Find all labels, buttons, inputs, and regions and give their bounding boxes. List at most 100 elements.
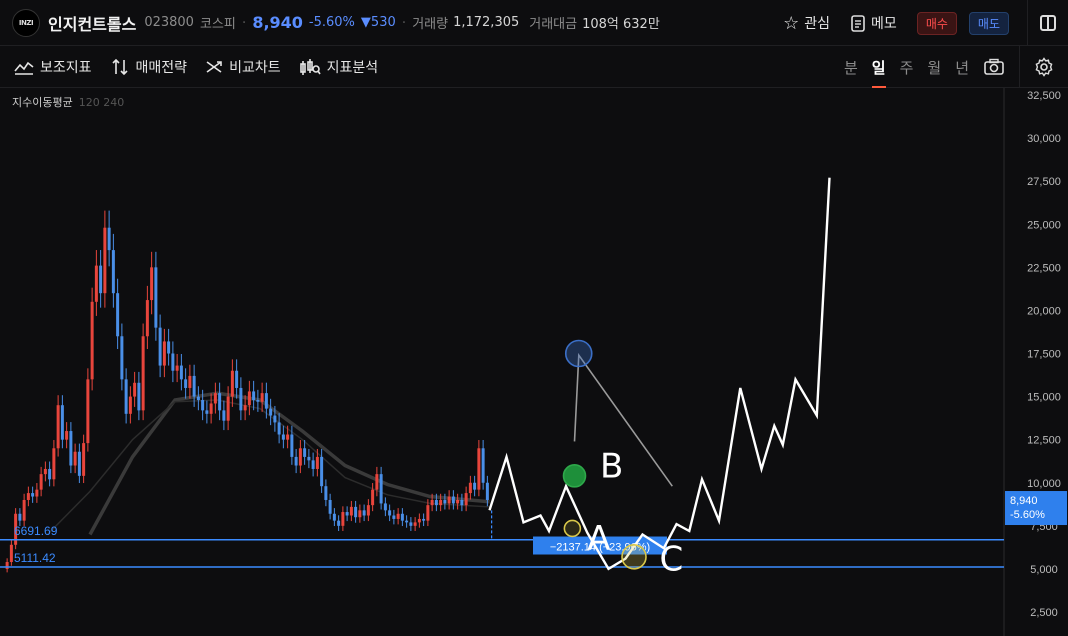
- candle-body: [396, 513, 400, 519]
- y-tick-label: 22,500: [1027, 262, 1061, 274]
- candle-body: [128, 396, 132, 414]
- candle-body: [383, 503, 387, 511]
- watch-label: 관심: [804, 16, 831, 32]
- wave-marker-circle: [621, 544, 647, 570]
- watch-button[interactable]: ☆ 관심: [783, 13, 830, 34]
- period-minute[interactable]: 분: [844, 57, 858, 78]
- current-price-label: 8,940: [1010, 495, 1038, 507]
- compare-icon: [206, 60, 222, 73]
- candle-body: [315, 456, 319, 469]
- period-selector: 분 일 주 월 년: [844, 46, 1054, 88]
- indicators-button[interactable]: 보조지표: [14, 57, 92, 77]
- candle-body: [218, 393, 222, 411]
- candle-body: [456, 499, 460, 504]
- candle-body: [273, 415, 277, 423]
- candle-body: [286, 434, 290, 440]
- candle-body: [477, 448, 481, 490]
- memo-label: 메모: [871, 16, 897, 32]
- period-week[interactable]: 주: [900, 57, 914, 78]
- buy-button[interactable]: 매수: [916, 11, 957, 35]
- candle-body: [116, 293, 120, 337]
- candle-body: [434, 499, 438, 506]
- candle-body: [345, 512, 349, 516]
- candle-body: [320, 456, 324, 487]
- candle-body: [158, 327, 162, 366]
- change-percent: -5.60%: [308, 15, 355, 30]
- period-year[interactable]: 년: [955, 57, 969, 78]
- settings-gear-icon[interactable]: [1034, 57, 1054, 77]
- candle-body: [362, 510, 366, 516]
- y-tick-label: 30,000: [1027, 133, 1061, 145]
- candle-body: [281, 434, 285, 440]
- analysis-label: 지표분석: [326, 59, 379, 76]
- amount-value: 108억 632만: [582, 17, 660, 32]
- candle-body: [366, 505, 370, 516]
- candle-body: [60, 405, 64, 440]
- candle-body: [485, 482, 489, 500]
- candle-body: [269, 408, 273, 416]
- memo-button[interactable]: 메모: [850, 13, 897, 33]
- wave-b-line: [573, 352, 673, 487]
- wave-label: B: [600, 447, 623, 487]
- analysis-button[interactable]: 지표분석: [299, 57, 379, 77]
- support-line-label: 6691.69: [14, 524, 58, 538]
- y-tick-label: 17,500: [1027, 349, 1061, 361]
- y-tick-label: 15,000: [1027, 392, 1061, 404]
- wave-label: C: [660, 540, 684, 580]
- y-tick-label: 12,500: [1027, 435, 1061, 447]
- strategy-button[interactable]: 매매전략: [110, 57, 187, 77]
- candle-body: [451, 496, 455, 504]
- candle-body: [205, 410, 209, 414]
- candle-body: [430, 499, 434, 506]
- candle-body: [137, 382, 141, 411]
- compare-button[interactable]: 비교차트: [205, 57, 281, 77]
- candle-body: [103, 227, 107, 294]
- candle-body: [124, 379, 128, 414]
- projection-path: [488, 177, 831, 571]
- candle-body: [171, 353, 175, 371]
- candle-body: [69, 431, 73, 466]
- stock-code: 023800: [144, 15, 194, 30]
- candle-body: [179, 365, 183, 380]
- candle-body: [417, 518, 421, 523]
- candle-body: [86, 379, 90, 444]
- y-tick-label: 5,000: [1030, 564, 1058, 576]
- candle-body: [298, 448, 302, 466]
- period-day[interactable]: 일: [871, 57, 886, 88]
- candle-body: [379, 474, 383, 504]
- wave-label: A: [587, 519, 610, 559]
- candle-body: [413, 522, 417, 526]
- side-panel-icon[interactable]: [1040, 15, 1056, 31]
- candle-body: [349, 506, 353, 516]
- candle-body: [243, 405, 247, 411]
- candle-body: [290, 434, 294, 457]
- amount-label: 거래대금: [529, 17, 578, 32]
- candle-body: [400, 513, 404, 521]
- candle-body: [35, 489, 39, 497]
- price-chart[interactable]: 32,500 30,000 27,500 25,000 22,500 20,000 17,5…: [0, 88, 1068, 636]
- candle-body: [52, 448, 56, 480]
- candle-body: [481, 448, 485, 483]
- candle-body: [22, 499, 26, 521]
- candle-body: [256, 400, 260, 402]
- candle-body: [90, 301, 94, 380]
- header-actions: ☆ 관심 메모 매수 매도: [783, 0, 1056, 46]
- candle-body: [341, 512, 345, 526]
- candle-body: [226, 396, 230, 421]
- candle-body: [443, 499, 447, 504]
- sell-button[interactable]: 매도: [968, 11, 1009, 35]
- period-month[interactable]: 월: [927, 57, 941, 78]
- toolbar-divider: [1019, 46, 1020, 88]
- candle-body: [464, 493, 468, 506]
- candle-body: [460, 499, 464, 506]
- candle-body: [332, 513, 336, 521]
- camera-icon[interactable]: [983, 58, 1005, 76]
- candle-body: [468, 482, 472, 494]
- wave-marker-circle: [563, 519, 582, 538]
- legend-title: 지수이동평균: [12, 96, 73, 109]
- candle-body: [94, 265, 98, 302]
- y-tick-label: 25,000: [1027, 219, 1061, 231]
- candle-body: [354, 506, 358, 518]
- candle-body: [150, 267, 154, 301]
- candle-body: [133, 382, 137, 397]
